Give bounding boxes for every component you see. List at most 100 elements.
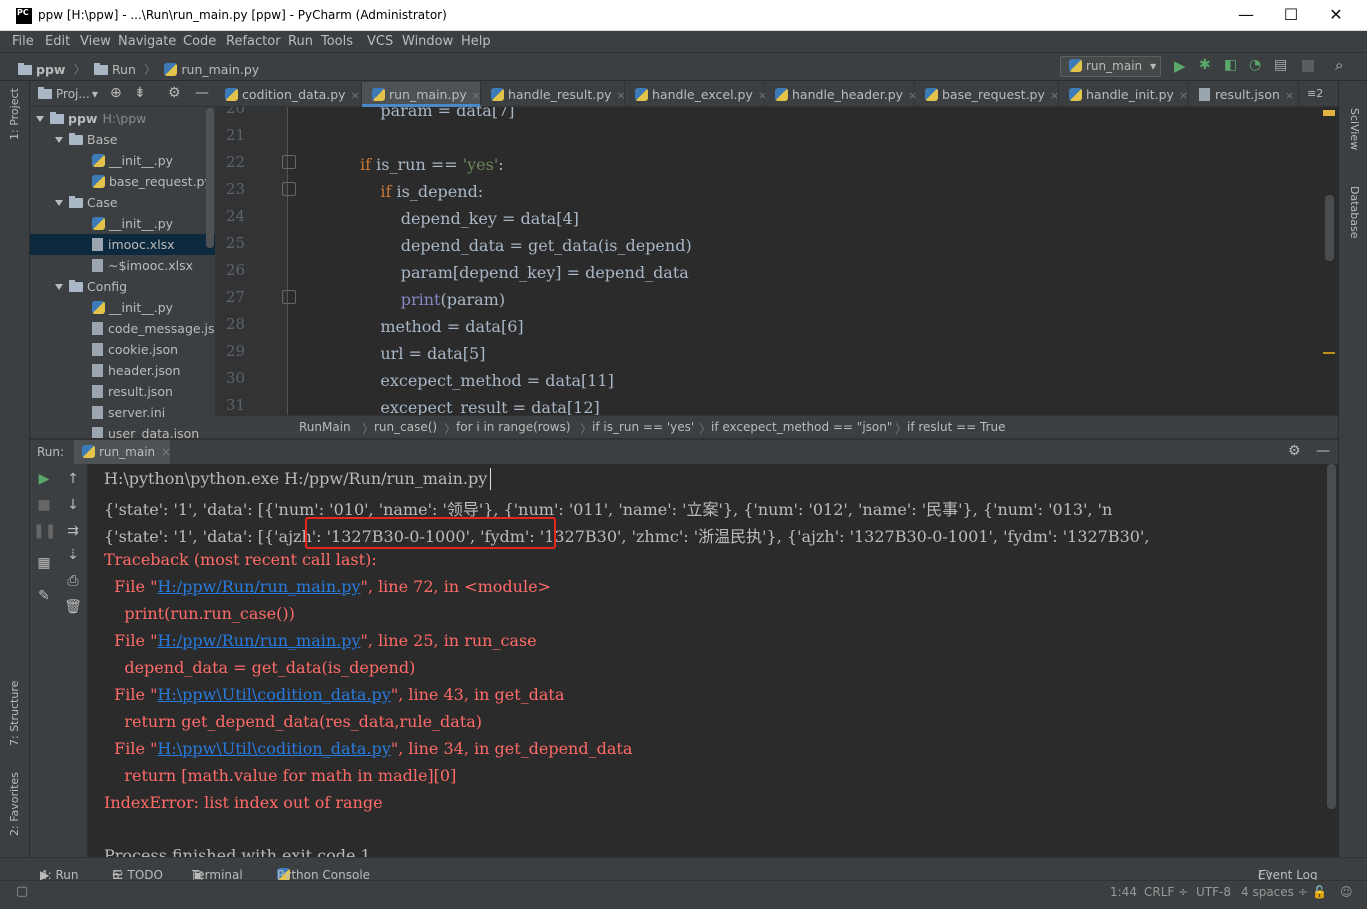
lock-icon[interactable]: 🔓	[1312, 885, 1327, 899]
tree-item[interactable]: __init__.py	[30, 297, 215, 318]
tree-item[interactable]: Base	[30, 129, 215, 150]
run-tab[interactable]: run_main ×	[74, 440, 171, 464]
crumb-if-result[interactable]: if reslut == True	[907, 420, 1006, 434]
tree-item[interactable]: base_request.py	[30, 171, 215, 192]
close-icon[interactable]: ×	[472, 89, 481, 102]
hide-icon[interactable]: —	[1316, 443, 1330, 459]
hide-icon[interactable]: —	[195, 85, 209, 101]
nav-folder[interactable]: Run	[112, 62, 136, 77]
close-icon[interactable]: ×	[351, 89, 360, 102]
scroll-to-end-icon[interactable]: ⇣	[62, 544, 84, 566]
nav-file[interactable]: run_main.py	[181, 62, 259, 77]
menu-run[interactable]: Run	[288, 34, 313, 49]
stop-icon[interactable]: ■	[33, 494, 55, 516]
coverage-icon[interactable]: ◧	[1224, 57, 1237, 73]
run-icon[interactable]: ▶	[1174, 57, 1186, 75]
rerun-icon[interactable]: ▶	[33, 468, 55, 490]
collapse-icon[interactable]: ⇟	[134, 85, 146, 101]
menu-window[interactable]: Window	[402, 34, 453, 49]
project-tool-tab[interactable]: 1: Project	[8, 88, 21, 140]
console-scrollbar[interactable]	[1327, 464, 1336, 809]
favorites-tool-tab[interactable]: 2: Favorites	[8, 772, 21, 836]
file-link[interactable]: H:/ppw/Run/run_main.py	[157, 577, 360, 596]
menu-code[interactable]: Code	[183, 34, 216, 49]
tab-codition-data[interactable]: codition_data.py ×	[215, 82, 362, 107]
soft-wrap-icon[interactable]: ⇉	[62, 520, 84, 542]
run-config-selector[interactable]: run_main ▾	[1060, 56, 1161, 77]
pause-icon[interactable]: ❚❚	[33, 520, 56, 542]
tree-item[interactable]: __init__.py	[30, 213, 215, 234]
close-button[interactable]: ✕	[1313, 0, 1359, 31]
code-editor[interactable]: 20 21 22 23 24 25 26 27 28 29 30 31 param = data[7]…	[215, 107, 1338, 415]
print-icon[interactable]: ⎙	[62, 570, 84, 592]
line-separator[interactable]: CRLF ÷	[1144, 885, 1188, 899]
tree-item[interactable]: Case	[30, 192, 215, 213]
pin-icon[interactable]: ✎	[33, 585, 55, 607]
tab-handle-init[interactable]: handle_init.py ×	[1059, 82, 1189, 107]
close-icon[interactable]: ×	[1179, 89, 1188, 102]
tree-item[interactable]: Config	[30, 276, 215, 297]
project-view-selector[interactable]: Proj... ▾	[38, 87, 98, 101]
menu-refactor[interactable]: Refactor	[226, 34, 281, 49]
down-arrow-icon[interactable]: ↓	[62, 494, 84, 516]
file-encoding[interactable]: UTF-8	[1196, 885, 1231, 899]
fold-icon[interactable]	[282, 155, 296, 169]
menu-file[interactable]: File	[12, 34, 34, 49]
up-arrow-icon[interactable]: ↑	[62, 468, 84, 490]
close-icon[interactable]: ×	[1285, 89, 1294, 102]
tab-result-json[interactable]: result.json ×	[1189, 82, 1299, 107]
nav-project[interactable]: ppw	[36, 62, 65, 77]
warning-marker[interactable]	[1323, 352, 1335, 354]
fold-icon[interactable]	[282, 290, 296, 304]
structure-tool-tab[interactable]: 7: Structure	[8, 681, 21, 746]
tool-windows-icon[interactable]: ▢	[16, 884, 28, 899]
expand-arrow-icon[interactable]	[55, 137, 63, 143]
inspector-icon[interactable]: ☺	[1340, 885, 1353, 899]
search-icon[interactable]: ⌕	[1335, 56, 1343, 74]
console-output[interactable]: H:\python\python.exe H:/ppw/Run/run_main…	[88, 464, 1338, 857]
tab-handle-header[interactable]: handle_header.py ×	[765, 82, 917, 107]
tree-item[interactable]: __init__.py	[30, 150, 215, 171]
inspection-indicator[interactable]	[1323, 110, 1335, 116]
file-link[interactable]: H:\ppw\Util\codition_data.py	[157, 685, 390, 704]
menu-navigate[interactable]: Navigate	[118, 34, 176, 49]
tab-handle-excel[interactable]: handle_excel.py ×	[625, 82, 767, 107]
caret-position[interactable]: 1:44	[1110, 885, 1137, 899]
profile-icon[interactable]: ◔	[1249, 57, 1261, 73]
maximize-button[interactable]: ☐	[1268, 0, 1314, 31]
expand-arrow-icon[interactable]	[36, 116, 44, 122]
gear-icon[interactable]: ⚙	[1288, 443, 1301, 459]
tree-item[interactable]: ~$imooc.xlsx	[30, 255, 215, 276]
stop-icon[interactable]	[1302, 60, 1314, 72]
tree-item[interactable]: header.json	[30, 360, 215, 381]
menu-view[interactable]: View	[80, 34, 111, 49]
crumb-if-method[interactable]: if excepect_method == "json"	[711, 420, 892, 434]
crumb-for[interactable]: for i in range(rows)	[456, 420, 571, 434]
layout-icon[interactable]: ▦	[33, 552, 55, 574]
crumb-if-run[interactable]: if is_run == 'yes'	[592, 420, 694, 434]
trash-icon[interactable]: 🗑	[62, 596, 84, 618]
crumb-method[interactable]: run_case()	[374, 420, 437, 434]
tree-item[interactable]: cookie.json	[30, 339, 215, 360]
tab-base-request[interactable]: base_request.py ×	[915, 82, 1059, 107]
minimize-button[interactable]: —	[1223, 0, 1269, 31]
crumb-class[interactable]: RunMain	[299, 420, 351, 434]
locate-icon[interactable]: ⊕	[110, 85, 122, 101]
tree-item[interactable]: server.ini	[30, 402, 215, 423]
tree-item[interactable]: result.json	[30, 381, 215, 402]
close-icon[interactable]: ×	[1050, 89, 1059, 102]
menu-tools[interactable]: Tools	[321, 34, 353, 49]
tree-item[interactable]: code_message.json	[30, 318, 215, 339]
tab-run-main[interactable]: run_main.py ×	[362, 82, 481, 107]
tree-item[interactable]: ppw H:\ppw	[30, 108, 215, 129]
concurrency-icon[interactable]: ▤	[1274, 57, 1287, 73]
project-scrollbar[interactable]	[206, 108, 214, 248]
expand-arrow-icon[interactable]	[55, 200, 63, 206]
database-tool-tab[interactable]: Database	[1348, 186, 1361, 239]
tree-item[interactable]: imooc.xlsx	[30, 234, 215, 255]
gear-icon[interactable]: ⚙	[168, 85, 181, 101]
tab-handle-result[interactable]: handle_result.py ×	[481, 82, 626, 107]
editor-scrollbar[interactable]	[1325, 195, 1334, 261]
sciview-tool-tab[interactable]: SciView	[1348, 108, 1361, 150]
fold-icon[interactable]	[282, 182, 296, 196]
